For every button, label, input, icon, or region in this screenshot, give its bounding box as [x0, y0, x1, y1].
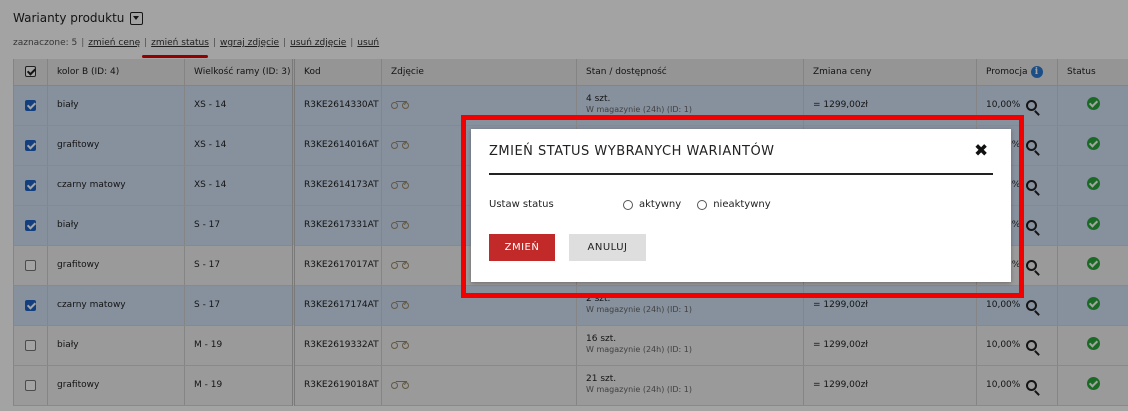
radio-inactive-label: nieaktywny	[713, 199, 771, 210]
dialog-title: ZMIEŃ STATUS WYBRANYCH WARIANTÓW	[489, 144, 775, 159]
status-radio-group: aktywny nieaktywny	[623, 199, 771, 210]
close-icon[interactable]: ✖	[974, 141, 988, 161]
cancel-button[interactable]: ANULUJ	[569, 234, 646, 261]
radio-inactive[interactable]: nieaktywny	[697, 199, 771, 210]
radio-active-label: aktywny	[639, 199, 682, 210]
change-status-dialog: ZMIEŃ STATUS WYBRANYCH WARIANTÓW ✖ Ustaw…	[471, 129, 1011, 282]
radio-active-circle[interactable]	[623, 199, 633, 210]
apply-button[interactable]: ZMIEŃ	[489, 234, 555, 261]
status-label: Ustaw status	[489, 199, 554, 210]
radio-active[interactable]: aktywny	[623, 199, 681, 210]
radio-inactive-circle[interactable]	[697, 199, 708, 210]
dialog-divider	[489, 173, 993, 175]
